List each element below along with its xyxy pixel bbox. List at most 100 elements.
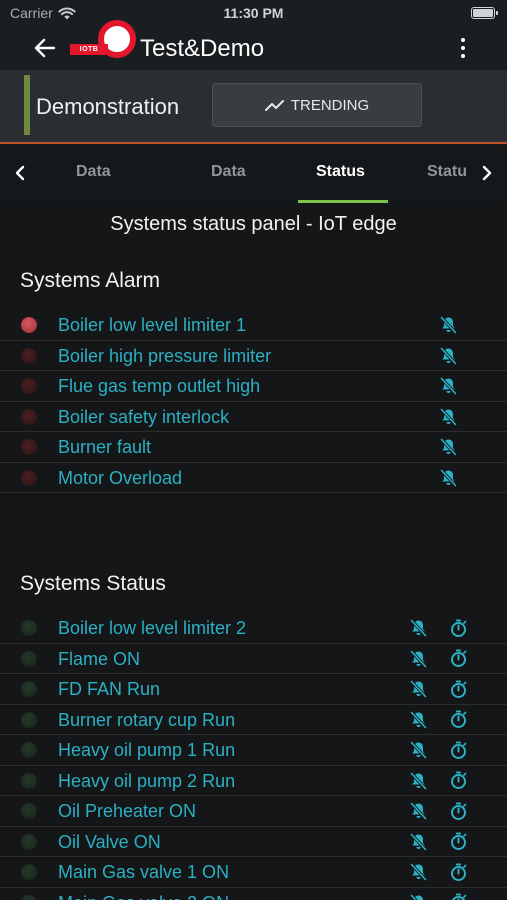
tab-bar: Data Data Status Statu bbox=[0, 146, 507, 204]
status-indicator-dot bbox=[21, 864, 37, 880]
panel-title: Systems status panel - IoT edge bbox=[110, 213, 397, 235]
bell-off-icon[interactable] bbox=[438, 315, 458, 335]
stopwatch-icon[interactable] bbox=[448, 679, 468, 699]
status-row-flame-on[interactable]: Flame ON bbox=[0, 644, 507, 674]
alarm-row-burner-fault[interactable]: Burner fault bbox=[0, 432, 507, 463]
bell-off-icon[interactable] bbox=[408, 649, 428, 669]
status-panel: Systems status panel - IoT edge Systems … bbox=[0, 204, 507, 900]
tab-status[interactable]: Status bbox=[316, 163, 365, 181]
bell-off-icon[interactable] bbox=[438, 376, 458, 396]
bell-off-icon[interactable] bbox=[408, 740, 428, 760]
app-title: Test&Demo bbox=[140, 35, 265, 62]
tab-data-2[interactable]: Data bbox=[211, 163, 246, 181]
status-indicator-dot bbox=[21, 439, 37, 455]
status-row-burner-rotary-cup-run[interactable]: Burner rotary cup Run bbox=[0, 705, 507, 735]
tab-next-button[interactable] bbox=[472, 146, 502, 200]
back-button[interactable] bbox=[30, 26, 60, 70]
trending-label: TRENDING bbox=[290, 96, 370, 114]
dashboard-title: Demonstration bbox=[36, 94, 180, 119]
status-indicator-dot bbox=[21, 347, 37, 364]
status-indicator-dot bbox=[21, 833, 37, 850]
bell-off-icon[interactable] bbox=[438, 468, 458, 488]
row-label: FD FAN Run bbox=[58, 679, 161, 699]
row-label: Boiler low level limiter 2 bbox=[58, 618, 247, 638]
status-indicator-dot bbox=[21, 711, 37, 728]
alarm-row-boiler-low-level-limiter-1[interactable]: Boiler low level limiter 1 bbox=[0, 310, 507, 341]
status-row-heavy-oil-pump-2-run[interactable]: Heavy oil pump 2 Run bbox=[0, 766, 507, 796]
status-row-oil-valve-on[interactable]: Oil Valve ON bbox=[0, 827, 507, 857]
alarm-section-title: Systems Alarm bbox=[20, 269, 161, 292]
bell-off-icon[interactable] bbox=[408, 893, 428, 900]
app-logo: IOTB bbox=[70, 20, 138, 58]
stopwatch-icon[interactable] bbox=[448, 740, 468, 760]
status-row-boiler-low-level-limiter-2[interactable]: Boiler low level limiter 2 bbox=[0, 613, 507, 644]
app-bar: IOTB Test&Demo bbox=[0, 20, 507, 70]
status-indicator-dot bbox=[21, 408, 37, 425]
status-row-main-gas-valve-2-on[interactable]: Main Gas valve 2 ON bbox=[0, 888, 507, 900]
row-label: Burner rotary cup Run bbox=[58, 709, 236, 730]
row-label: Oil Preheater ON bbox=[58, 801, 197, 821]
more-options-button[interactable] bbox=[452, 26, 474, 70]
chevron-left-icon bbox=[15, 165, 25, 181]
trending-button[interactable]: TRENDING bbox=[212, 83, 422, 127]
stopwatch-icon[interactable] bbox=[448, 862, 468, 882]
bell-off-icon[interactable] bbox=[438, 437, 458, 457]
row-label: Heavy oil pump 2 Run bbox=[58, 770, 236, 791]
row-label: Main Gas valve 1 ON bbox=[58, 862, 230, 882]
stopwatch-icon[interactable] bbox=[448, 710, 468, 730]
row-label: Flue gas temp outlet high bbox=[58, 376, 261, 396]
battery-icon bbox=[471, 7, 498, 19]
chevron-right-icon bbox=[482, 165, 492, 181]
status-indicator-dot bbox=[21, 894, 37, 900]
row-label: Heavy oil pump 1 Run bbox=[58, 740, 236, 760]
alarm-row-flue-gas-temp-outlet-high[interactable]: Flue gas temp outlet high bbox=[0, 371, 507, 402]
bell-off-icon[interactable] bbox=[438, 346, 458, 366]
bell-off-icon[interactable] bbox=[408, 832, 428, 852]
bell-off-icon[interactable] bbox=[408, 771, 428, 791]
row-label: Boiler low level limiter 1 bbox=[58, 315, 247, 335]
active-tab-indicator bbox=[298, 200, 388, 203]
row-label: Boiler high pressure limiter bbox=[58, 345, 272, 366]
row-label: Main Gas valve 2 ON bbox=[58, 893, 229, 900]
row-label: Motor Overload bbox=[58, 467, 183, 488]
bell-off-icon[interactable] bbox=[408, 801, 428, 821]
tab-data-1[interactable]: Data bbox=[76, 163, 111, 181]
trending-up-icon bbox=[264, 100, 284, 111]
bell-off-icon[interactable] bbox=[408, 679, 428, 699]
alarm-row-motor-overload[interactable]: Motor Overload bbox=[0, 463, 507, 493]
status-indicator-dot bbox=[21, 803, 37, 819]
bell-off-icon[interactable] bbox=[408, 618, 428, 638]
status-section-title: Systems Status bbox=[20, 572, 166, 595]
row-label: Oil Valve ON bbox=[58, 831, 161, 852]
status-indicator-dot bbox=[21, 317, 37, 333]
stopwatch-icon[interactable] bbox=[448, 801, 468, 821]
tab-prev-button[interactable] bbox=[5, 146, 35, 200]
bell-off-icon[interactable] bbox=[408, 710, 428, 730]
status-row-oil-preheater-on[interactable]: Oil Preheater ON bbox=[0, 796, 507, 827]
status-row-heavy-oil-pump-1-run[interactable]: Heavy oil pump 1 Run bbox=[0, 735, 507, 766]
alarm-row-boiler-high-pressure-limiter[interactable]: Boiler high pressure limiter bbox=[0, 341, 507, 371]
logo-tag: IOTB bbox=[70, 44, 108, 55]
row-label: Flame ON bbox=[58, 648, 141, 669]
status-indicator-dot bbox=[21, 772, 37, 789]
stopwatch-icon[interactable] bbox=[448, 832, 468, 852]
dashboard-header: Demonstration TRENDING bbox=[0, 70, 507, 144]
status-row-fd-fan-run[interactable]: FD FAN Run bbox=[0, 674, 507, 705]
status-indicator-dot bbox=[21, 620, 37, 636]
arrow-left-icon bbox=[34, 38, 56, 58]
tab-status-2[interactable]: Statu bbox=[427, 163, 469, 181]
status-indicator-dot bbox=[21, 742, 37, 758]
row-label: Burner fault bbox=[58, 437, 152, 457]
stopwatch-icon[interactable] bbox=[448, 771, 468, 791]
stopwatch-icon[interactable] bbox=[448, 893, 468, 900]
stopwatch-icon[interactable] bbox=[448, 649, 468, 669]
bell-off-icon[interactable] bbox=[408, 862, 428, 882]
alarm-row-boiler-safety-interlock[interactable]: Boiler safety interlock bbox=[0, 402, 507, 432]
clock: 11:30 PM bbox=[223, 5, 284, 21]
status-bar: Carrier 11:30 PM bbox=[0, 0, 507, 26]
row-label: Boiler safety interlock bbox=[58, 406, 230, 427]
status-row-main-gas-valve-1-on[interactable]: Main Gas valve 1 ON bbox=[0, 857, 507, 888]
more-vert-icon bbox=[461, 38, 465, 42]
bell-off-icon[interactable] bbox=[438, 407, 458, 427]
stopwatch-icon[interactable] bbox=[448, 618, 468, 638]
